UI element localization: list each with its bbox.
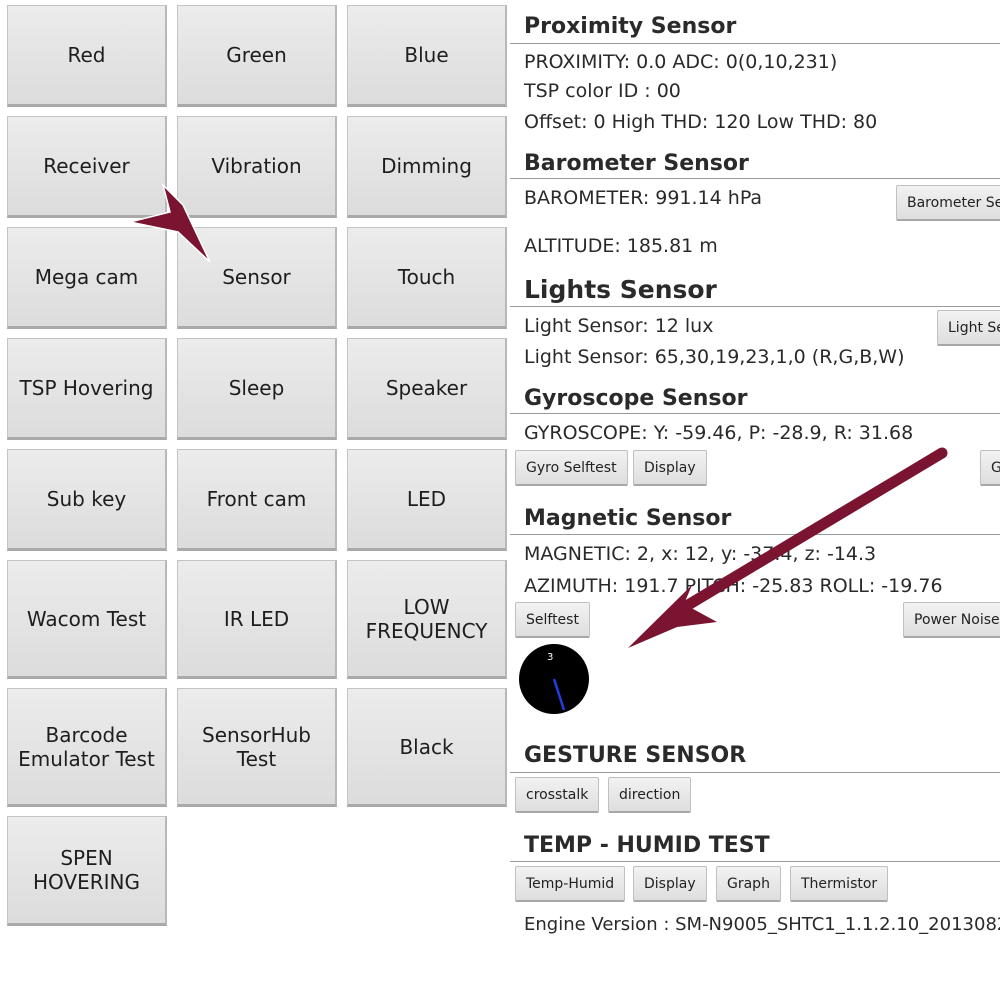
gyro-graph-button[interactable]: Graph	[980, 450, 1000, 486]
tile-mega-cam[interactable]: Mega cam	[7, 227, 167, 329]
compass-dial: 3	[519, 644, 589, 714]
barometer-title: Barometer Sensor	[524, 151, 749, 176]
test-menu-grid: Red Green Blue Receiver Vibration Dimmin…	[0, 0, 510, 1000]
light-lux-readout: Light Sensor: 12 lux	[524, 315, 714, 337]
sensor-panel: Proximity Sensor PROXIMITY: 0.0 ADC: 0(0…	[510, 0, 1000, 1000]
divider	[510, 772, 1000, 773]
divider	[510, 43, 1000, 44]
tile-sleep[interactable]: Sleep	[177, 338, 337, 440]
divider	[510, 413, 1000, 414]
altitude-readout: ALTITUDE: 185.81 m	[524, 235, 718, 257]
divider	[510, 306, 1000, 307]
temp-display-button[interactable]: Display	[633, 866, 707, 902]
tile-speaker[interactable]: Speaker	[347, 338, 507, 440]
tile-receiver[interactable]: Receiver	[7, 116, 167, 218]
tile-sensor[interactable]: Sensor	[177, 227, 337, 329]
tile-touch[interactable]: Touch	[347, 227, 507, 329]
tile-front-cam[interactable]: Front cam	[177, 449, 337, 551]
temp-humid-title: TEMP - HUMID TEST	[524, 833, 770, 858]
tile-wacom-test[interactable]: Wacom Test	[7, 560, 167, 679]
light-rgbw-readout: Light Sensor: 65,30,19,23,1,0 (R,G,B,W)	[524, 346, 905, 368]
divider	[510, 178, 1000, 179]
barometer-selftest-button[interactable]: Barometer Selftest	[896, 185, 1000, 221]
lights-title: Lights Sensor	[524, 275, 717, 304]
tile-tsp-hovering[interactable]: TSP Hovering	[7, 338, 167, 440]
gyroscope-readout: GYROSCOPE: Y: -59.46, P: -28.9, R: 31.68	[524, 422, 914, 444]
tsp-color-id-readout: TSP color ID : 00	[524, 80, 681, 102]
tile-black[interactable]: Black	[347, 688, 507, 807]
gyro-selftest-button[interactable]: Gyro Selftest	[515, 450, 628, 486]
tile-blue[interactable]: Blue	[347, 5, 507, 107]
engine-version-text: Engine Version : SM-N9005_SHTC1_1.1.2.10…	[524, 914, 1000, 935]
proximity-threshold-readout: Offset: 0 High THD: 120 Low THD: 80	[524, 111, 878, 133]
crosstalk-button[interactable]: crosstalk	[515, 777, 600, 813]
temp-humid-button[interactable]: Temp-Humid	[515, 866, 626, 902]
tile-barcode-emulator-test[interactable]: Barcode Emulator Test	[7, 688, 167, 807]
tile-led[interactable]: LED	[347, 449, 507, 551]
tile-sub-key[interactable]: Sub key	[7, 449, 167, 551]
compass-needle-icon	[552, 678, 566, 711]
direction-button[interactable]: direction	[608, 777, 692, 813]
azimuth-pitch-roll-readout: AZIMUTH: 191.7 PITCH: -25.83 ROLL: -19.7…	[524, 575, 943, 597]
tile-dimming[interactable]: Dimming	[347, 116, 507, 218]
gesture-title: GESTURE SENSOR	[524, 743, 747, 768]
thermistor-button[interactable]: Thermistor	[790, 866, 889, 902]
tile-vibration[interactable]: Vibration	[177, 116, 337, 218]
proximity-title: Proximity Sensor	[524, 14, 737, 39]
power-noise-button[interactable]: Power Noise	[903, 602, 1000, 638]
tile-low-frequency[interactable]: LOW FREQUENCY	[347, 560, 507, 679]
magnetic-selftest-button[interactable]: Selftest	[515, 602, 590, 638]
light-sensor-button[interactable]: Light Sensor	[937, 310, 1000, 346]
tile-green[interactable]: Green	[177, 5, 337, 107]
magnetic-title: Magnetic Sensor	[524, 506, 732, 531]
proximity-adc-readout: PROXIMITY: 0.0 ADC: 0(0,10,231)	[524, 51, 838, 73]
temp-graph-button[interactable]: Graph	[716, 866, 781, 902]
tile-ir-led[interactable]: IR LED	[177, 560, 337, 679]
magnetic-readout: MAGNETIC: 2, x: 12, y: -37.4, z: -14.3	[524, 543, 877, 565]
tile-sensorhub-test[interactable]: SensorHub Test	[177, 688, 337, 807]
barometer-readout: BAROMETER: 991.14 hPa	[524, 187, 763, 209]
gyroscope-title: Gyroscope Sensor	[524, 386, 748, 411]
tile-red[interactable]: Red	[7, 5, 167, 107]
divider	[510, 534, 1000, 535]
gyro-display-button[interactable]: Display	[633, 450, 707, 486]
divider	[510, 861, 1000, 862]
tile-spen-hovering[interactable]: SPEN HOVERING	[7, 816, 167, 926]
